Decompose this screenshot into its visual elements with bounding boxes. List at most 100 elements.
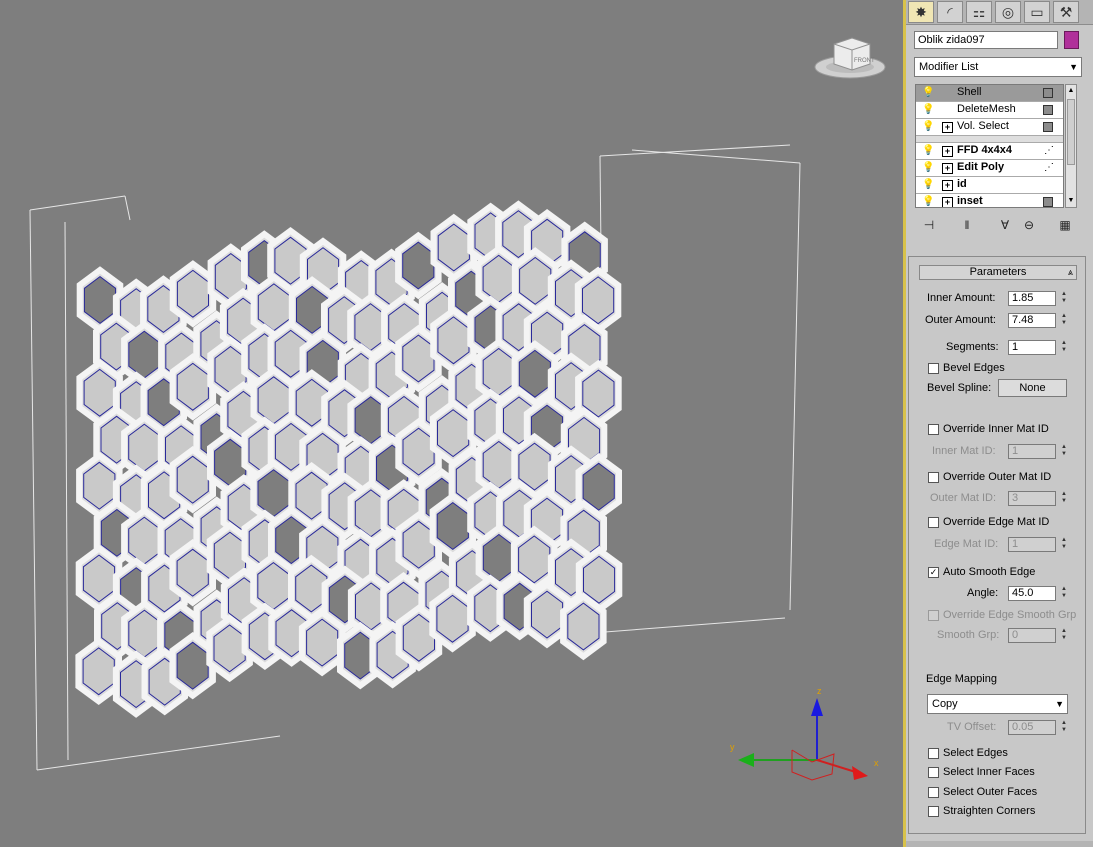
bounding-box-line [789,162,801,611]
angle-spinner[interactable]: 45.0 [1008,586,1056,601]
modifier-list-label: Modifier List [919,61,979,73]
utilities-icon: ⚒ [1059,3,1073,20]
bounding-box-line [36,735,281,771]
smooth-grp-label: Smooth Grp: [937,629,1000,641]
configure-sets-icon[interactable]: ▦ [1055,216,1075,234]
x-axis-label: x [874,758,879,768]
motion-tab[interactable]: ◎ [995,1,1021,23]
bounding-box-line [64,221,69,761]
override-outer-mat-checkbox[interactable] [928,472,939,483]
inner-amount-spinner[interactable]: 1.85 [1008,291,1056,306]
outer-amount-spinner[interactable]: 7.48 [1008,313,1056,328]
expand-icon[interactable]: + [942,197,953,207]
hierarchy-icon: ⚏ [972,3,986,20]
hierarchy-tab[interactable]: ⚏ [966,1,992,23]
edge-mapping-dropdown[interactable]: Copy ▼ [927,694,1068,714]
bevel-edges-checkbox[interactable] [928,363,939,374]
edge-mapping-label: Edge Mapping [926,673,997,685]
select-inner-faces-checkbox[interactable] [928,767,939,778]
inner-mat-id-spinner[interactable]: 1 [1008,444,1056,459]
modifier-stack-item[interactable]: 💡 + id [916,177,1063,194]
parameters-rollout-header[interactable]: Parameters ⩓ [919,265,1077,280]
angle-spin-arrows[interactable]: ▲ ▼ [1059,586,1069,601]
command-panel: ✸ ◜ ⚏ ◎ ▭ ⚒ Oblik zida097 Modifier List … [906,0,1093,847]
edge-mat-id-label: Edge Mat ID: [934,538,999,550]
modifier-state-icon [1043,197,1053,207]
modifier-stack-item[interactable]: 💡 + inset [916,194,1063,207]
modify-tab[interactable]: ◜ [937,1,963,23]
override-edge-mat-checkbox[interactable] [928,517,939,528]
smooth-grp-spin-arrows[interactable]: ▲ ▼ [1059,628,1069,643]
edge-mat-id-spinner[interactable]: 1 [1008,537,1056,552]
smooth-grp-spinner[interactable]: 0 [1008,628,1056,643]
outer-amount-label: Outer Amount: [925,314,996,326]
expand-icon[interactable]: + [942,122,953,133]
expand-icon[interactable]: + [942,163,953,174]
modifier-stack-item[interactable]: 💡 + Edit Poly ⋰ [916,160,1063,177]
lightbulb-icon[interactable]: 💡 [922,121,934,132]
modifier-stack-item[interactable]: 💡 + FFD 4x4x4 ⋰ [916,143,1063,160]
modifier-stack-item[interactable]: 💡 Shell [916,85,1063,102]
modifier-state-icon [1043,105,1053,115]
edge-mat-id-spin-arrows[interactable]: ▲ ▼ [1059,537,1069,552]
segments-spin-arrows[interactable]: ▲ ▼ [1059,340,1069,355]
object-color-swatch[interactable] [1064,31,1079,49]
override-edge-smooth-checkbox[interactable] [928,610,939,621]
sub-object-icon: ⋰ [1044,162,1055,173]
modifier-stack-item[interactable]: 💡 DeleteMesh [916,102,1063,119]
lightbulb-icon[interactable]: 💡 [922,104,934,115]
outer-mat-id-spin-arrows[interactable]: ▲ ▼ [1059,491,1069,506]
tv-offset-spinner[interactable]: 0.05 [1008,720,1056,735]
tv-offset-spin-arrows[interactable]: ▲ ▼ [1059,720,1069,735]
stack-toolbar: ⊣ ‖ ∀ ⊖ ▦ [915,214,1081,238]
outer-amount-spin-arrows[interactable]: ▲ ▼ [1059,313,1069,328]
lightbulb-icon[interactable]: 💡 [922,196,934,207]
override-inner-mat-label: Override Inner Mat ID [943,423,1049,435]
chevron-down-icon: ▼ [1069,62,1078,72]
panel-bottom-bar [906,841,1093,847]
viewcube[interactable]: FRONT [812,34,888,82]
motion-icon: ◎ [1001,3,1015,20]
scroll-down-icon[interactable]: ▼ [1066,195,1076,207]
outer-mat-id-spinner[interactable]: 3 [1008,491,1056,506]
segments-spinner[interactable]: 1 [1008,340,1056,355]
outer-mat-id-label: Outer Mat ID: [930,492,997,504]
scroll-thumb[interactable] [1067,99,1075,165]
straighten-corners-checkbox[interactable] [928,806,939,817]
lightbulb-icon[interactable]: 💡 [922,87,934,98]
axis-gizmo: z x y [730,686,879,781]
modifier-stack-item[interactable]: 💡 + Vol. Select [916,119,1063,136]
modifier-stack-label: Edit Poly [957,161,1005,173]
expand-icon[interactable]: + [942,180,953,191]
modifier-list-dropdown[interactable]: Modifier List ▼ [914,57,1082,77]
expand-icon[interactable]: + [942,146,953,157]
display-tab[interactable]: ▭ [1024,1,1050,23]
chevron-down-icon: ▼ [1055,699,1064,709]
make-unique-icon[interactable]: ∀ [995,216,1015,234]
lightbulb-icon[interactable]: 💡 [922,179,934,190]
override-inner-mat-checkbox[interactable] [928,424,939,435]
inner-mat-id-spin-arrows[interactable]: ▲ ▼ [1059,444,1069,459]
parameters-rollout: Parameters ⩓ Inner Amount: 1.85 ▲ ▼ Outer… [908,256,1086,834]
select-edges-checkbox[interactable] [928,748,939,759]
perspective-viewport[interactable]: FRONT z x y [0,0,903,847]
bounding-box-line [29,209,38,771]
inner-amount-spin-arrows[interactable]: ▲ ▼ [1059,291,1069,306]
bevel-spline-button[interactable]: None [998,379,1067,397]
auto-smooth-edge-checkbox[interactable]: ✓ [928,567,939,578]
modifier-state-icon [1043,88,1053,98]
lightbulb-icon[interactable]: 💡 [922,145,934,156]
modifier-stack[interactable]: 💡 Shell 💡 DeleteMesh 💡 + Vol. Select 💡 + FFD 4x4x… [915,84,1064,208]
object-name-field[interactable]: Oblik zida097 [914,31,1058,49]
scroll-up-icon[interactable]: ▲ [1066,85,1076,97]
pin-stack-icon[interactable]: ⊣ [919,216,939,234]
create-tab[interactable]: ✸ [908,1,934,23]
modifier-stack-scrollbar[interactable]: ▲ ▼ [1065,84,1077,208]
show-end-result-icon[interactable]: ‖ [957,216,977,234]
utilities-tab[interactable]: ⚒ [1053,1,1079,23]
inner-mat-id-label: Inner Mat ID: [932,445,996,457]
select-outer-faces-checkbox[interactable] [928,787,939,798]
remove-modifier-icon[interactable]: ⊖ [1019,216,1039,234]
command-panel-tabs: ✸ ◜ ⚏ ◎ ▭ ⚒ [906,0,1093,25]
lightbulb-icon[interactable]: 💡 [922,162,934,173]
